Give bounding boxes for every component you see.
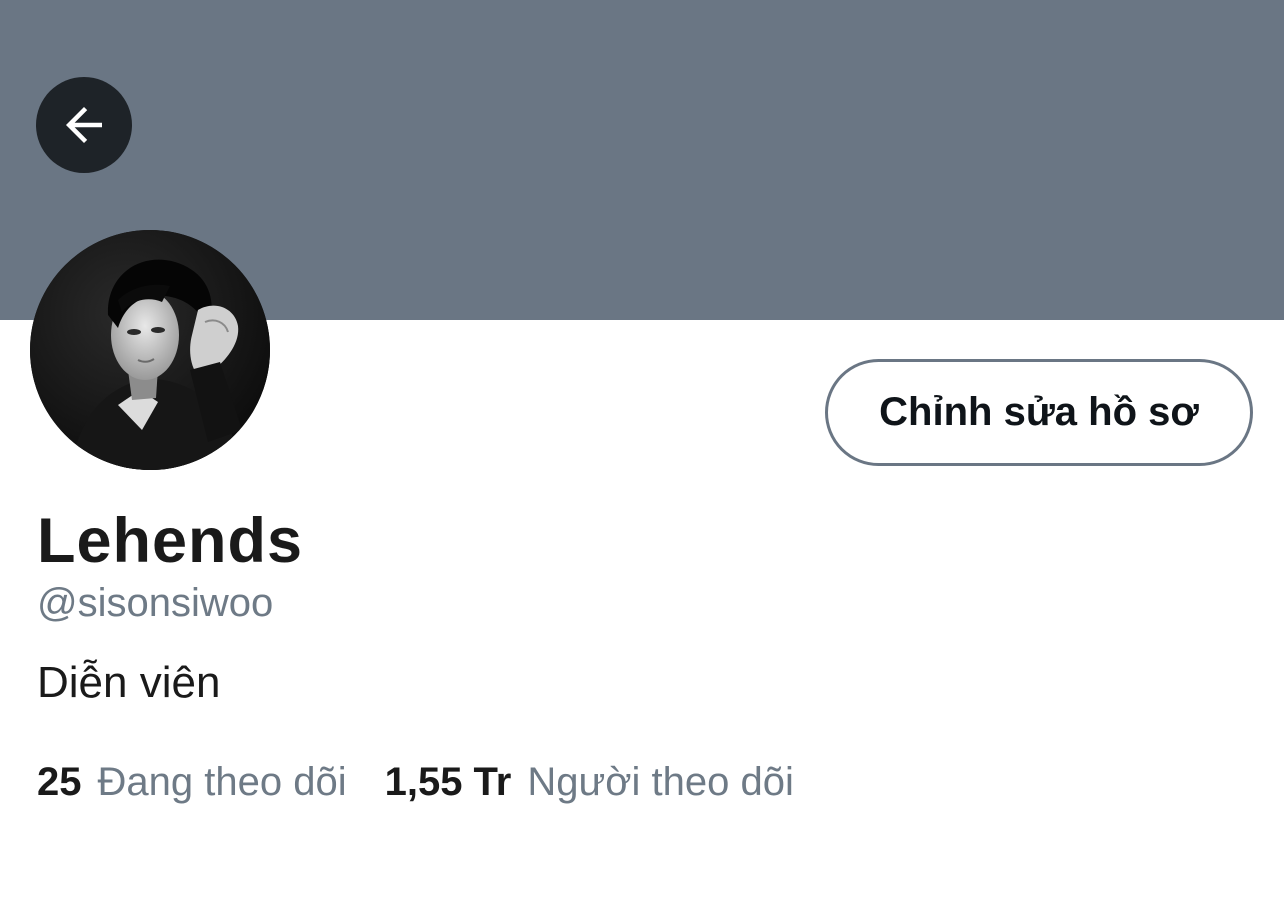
following-label: Đang theo dõi — [97, 760, 347, 804]
following-count: 25 — [37, 760, 82, 804]
followers-link[interactable]: 1,55 Tr Người theo dõi — [385, 757, 794, 807]
profile-stats: 25 Đang theo dõi 1,55 Tr Người theo dõi — [37, 757, 794, 807]
followers-count: 1,55 Tr — [384, 760, 512, 804]
following-link[interactable]: 25 Đang theo dõi — [37, 757, 347, 807]
display-name: Lehends — [37, 506, 304, 576]
back-button[interactable] — [36, 77, 132, 173]
profile-page: Chỉnh sửa hồ sơ Lehends @sisonsiwoo Diễn… — [0, 0, 1284, 921]
arrow-left-icon — [66, 107, 102, 143]
followers-label: Người theo dõi — [527, 760, 794, 804]
profile-bio: Diễn viên — [37, 658, 221, 707]
edit-profile-button[interactable]: Chỉnh sửa hồ sơ — [825, 359, 1253, 466]
avatar[interactable] — [30, 230, 270, 470]
avatar-photo — [30, 230, 270, 470]
user-handle: @sisonsiwoo — [37, 581, 274, 625]
